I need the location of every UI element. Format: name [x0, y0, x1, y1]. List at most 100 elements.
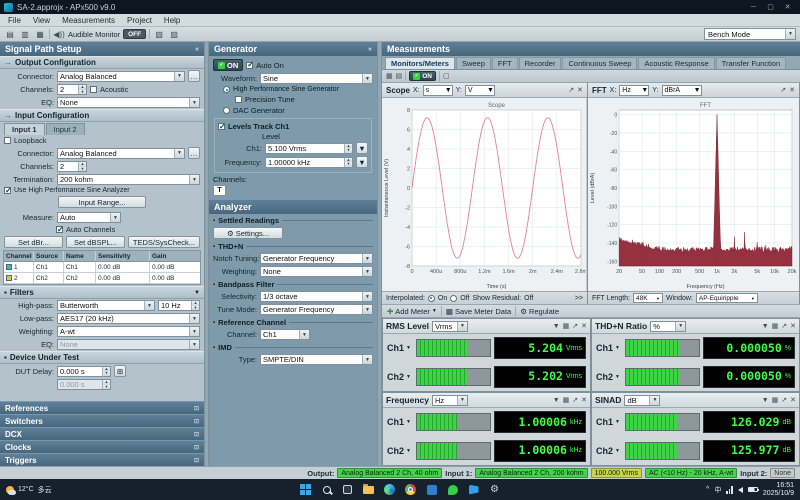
meter-channel-label[interactable]: Ch2▼	[387, 446, 413, 456]
weather-widget[interactable]: 12°C 多云	[6, 485, 52, 495]
meter-channel-label[interactable]: Ch1▼	[387, 343, 413, 353]
collapse-panel-icon[interactable]: «	[195, 46, 199, 53]
set-button-2[interactable]: Set dBSPL...	[66, 236, 125, 248]
accordion-triggers[interactable]: Triggers⊡	[0, 453, 204, 466]
minimize-button[interactable]: ─	[745, 1, 762, 13]
menu-help[interactable]: Help	[158, 14, 186, 26]
menu-view[interactable]: View	[27, 14, 56, 26]
dut-delay-secondary-spinner[interactable]: 0.000 s ▲▼	[57, 379, 111, 390]
tools-icon[interactable]: ▨	[168, 28, 180, 40]
meter-options-icon[interactable]: ▼	[553, 323, 560, 330]
meter-channel-label[interactable]: Ch2▼	[387, 372, 413, 382]
scope-y-unit-dropdown[interactable]: V ▼	[465, 85, 495, 96]
file-explorer-icon[interactable]	[362, 483, 375, 496]
input-tab-1[interactable]: Input 1	[4, 123, 45, 135]
dut-delay-measure-button[interactable]: ⊞	[114, 365, 126, 377]
meter-channel-label[interactable]: Ch1▼	[596, 343, 622, 353]
input-connector-dropdown[interactable]: Analog Balanced ▼	[57, 148, 185, 159]
precision-tune-checkbox[interactable]	[235, 96, 242, 103]
meter-options-icon[interactable]: ▼	[762, 323, 769, 330]
meter-channel-label[interactable]: Ch1▼	[387, 417, 413, 427]
status-range-value[interactable]: 100.000 Vrms	[591, 468, 642, 478]
accordion-clocks[interactable]: Clocks⊡	[0, 440, 204, 453]
imd-type-dropdown[interactable]: SMPTE/DIN ▼	[260, 354, 373, 365]
weighting-dropdown[interactable]: A-wt ▼	[57, 326, 200, 337]
meter-channel-label[interactable]: Ch1▼	[596, 417, 622, 427]
meter-options-icon[interactable]: ▼	[762, 397, 769, 404]
menu-file[interactable]: File	[2, 14, 27, 26]
search-icon[interactable]	[320, 483, 333, 496]
dut-delay-spinner[interactable]: 0.000 s ▲▼	[57, 366, 111, 377]
ime-indicator[interactable]: 中	[714, 485, 721, 495]
lowpass-dropdown[interactable]: AES17 (20 kHz) ▼	[57, 313, 200, 324]
status-input1-value[interactable]: Analog Balanced 2 Ch, 200 kohm	[475, 468, 587, 478]
task-view-icon[interactable]	[341, 483, 354, 496]
highpass-dropdown[interactable]: Butterworth ▼	[57, 300, 155, 311]
meter-unit-dropdown[interactable]: %▼	[650, 321, 686, 332]
menu-measurements[interactable]: Measurements	[56, 14, 121, 26]
set-button-1[interactable]: Set dBr...	[4, 236, 63, 248]
tab-transfer-function[interactable]: Transfer Function	[716, 57, 787, 69]
meter-unit-dropdown[interactable]: Hz▼	[432, 395, 468, 406]
open-project-icon[interactable]: ▥	[19, 28, 31, 40]
accordion-dcx[interactable]: DCX⊡	[0, 427, 204, 440]
close-icon[interactable]: ✕	[581, 396, 587, 404]
tab-recorder[interactable]: Recorder	[519, 57, 562, 69]
close-icon[interactable]: ✕	[790, 322, 796, 330]
analyzer-on-toggle[interactable]: ✓ ON	[409, 71, 436, 81]
output-connector-settings-button[interactable]: …	[188, 70, 200, 82]
spinner-arrows[interactable]: ▲▼	[344, 158, 352, 167]
start-button[interactable]	[299, 483, 312, 496]
output-eq-dropdown[interactable]: None ▼	[57, 97, 200, 108]
spinner-arrows[interactable]: ▲▼	[78, 85, 86, 94]
input-channels-spinner[interactable]: 2 ▲▼	[57, 161, 87, 172]
meter-channel-label[interactable]: Ch2▼	[596, 372, 622, 382]
speaker-icon[interactable]: ◀))	[53, 28, 65, 40]
termination-dropdown[interactable]: 200 kohm ▼	[57, 174, 200, 185]
table-row[interactable]: 1Ch1Ch10.00 dB0.00 dB	[4, 262, 200, 273]
maximize-button[interactable]: ▢	[762, 1, 779, 13]
loopback-checkbox[interactable]	[4, 137, 11, 144]
code-app-icon[interactable]	[467, 483, 480, 496]
auto-channels-checkbox[interactable]	[56, 226, 63, 233]
fft-x-unit-dropdown[interactable]: Hz ▼	[619, 85, 649, 96]
bench-mode-dropdown[interactable]: Bench Mode ▼	[704, 28, 796, 40]
audible-monitor-toggle[interactable]: OFF	[123, 29, 146, 39]
menu-project[interactable]: Project	[121, 14, 158, 26]
close-icon[interactable]: ✕	[790, 396, 796, 404]
auto-on-checkbox[interactable]	[246, 62, 253, 69]
meter-grid-icon[interactable]: ▦	[772, 322, 779, 330]
meter-grid-icon[interactable]: ▦	[772, 396, 779, 404]
chat-app-icon[interactable]	[446, 483, 459, 496]
acoustic-checkbox[interactable]	[90, 86, 97, 93]
settings-button[interactable]: ⚙ Settings...	[213, 227, 283, 239]
fft-length-dropdown[interactable]: 48K ▼	[633, 293, 663, 303]
tab-acoustic-response[interactable]: Acoustic Response	[638, 57, 714, 69]
tune-mode-dropdown[interactable]: Generator Frequency ▼	[260, 304, 373, 315]
scope-x-unit-dropdown[interactable]: s ▼	[423, 85, 453, 96]
channel-track-toggle[interactable]: T	[213, 185, 226, 196]
status-filter-value[interactable]: AC (<10 Hz) - 20 kHz, A-wt	[645, 468, 737, 478]
tab-sweep[interactable]: Sweep	[456, 57, 491, 69]
status-output-value[interactable]: Analog Balanced 2 Ch, 40 ohm	[337, 468, 442, 478]
spinner-arrows[interactable]: ▲▼	[78, 162, 86, 171]
spinner-arrows[interactable]: ▲▼	[344, 144, 352, 153]
selectivity-dropdown[interactable]: 1/3 octave ▼	[260, 291, 373, 302]
output-config-header[interactable]: → Output Configuration	[0, 56, 204, 69]
tab-monitors-meters[interactable]: Monitors/Meters	[385, 57, 455, 69]
tray-expand-icon[interactable]: ^	[706, 486, 709, 493]
new-window-icon[interactable]: ▢	[443, 72, 450, 80]
close-icon[interactable]: ✕	[581, 322, 587, 330]
filters-header[interactable]: ▪ Filters ▼	[0, 286, 204, 299]
spinner-arrows[interactable]: ▲▼	[191, 301, 199, 310]
taskbar-clock[interactable]: 16:51 2025/10/9	[763, 482, 794, 498]
accordion-references[interactable]: References⊡	[0, 401, 204, 414]
spinner-arrows[interactable]: ▲▼	[102, 367, 110, 376]
spinner-arrows[interactable]: ▲▼	[102, 380, 110, 389]
network-icon[interactable]	[726, 486, 733, 494]
monitor-icon[interactable]: ▧	[153, 28, 165, 40]
close-icon[interactable]: ✕	[577, 86, 583, 94]
fft-window-dropdown[interactable]: AP-Equiripple ▼	[696, 293, 758, 303]
fft-y-unit-dropdown[interactable]: dBrA ▼	[662, 85, 702, 96]
popout-icon[interactable]: ↗	[572, 322, 578, 330]
